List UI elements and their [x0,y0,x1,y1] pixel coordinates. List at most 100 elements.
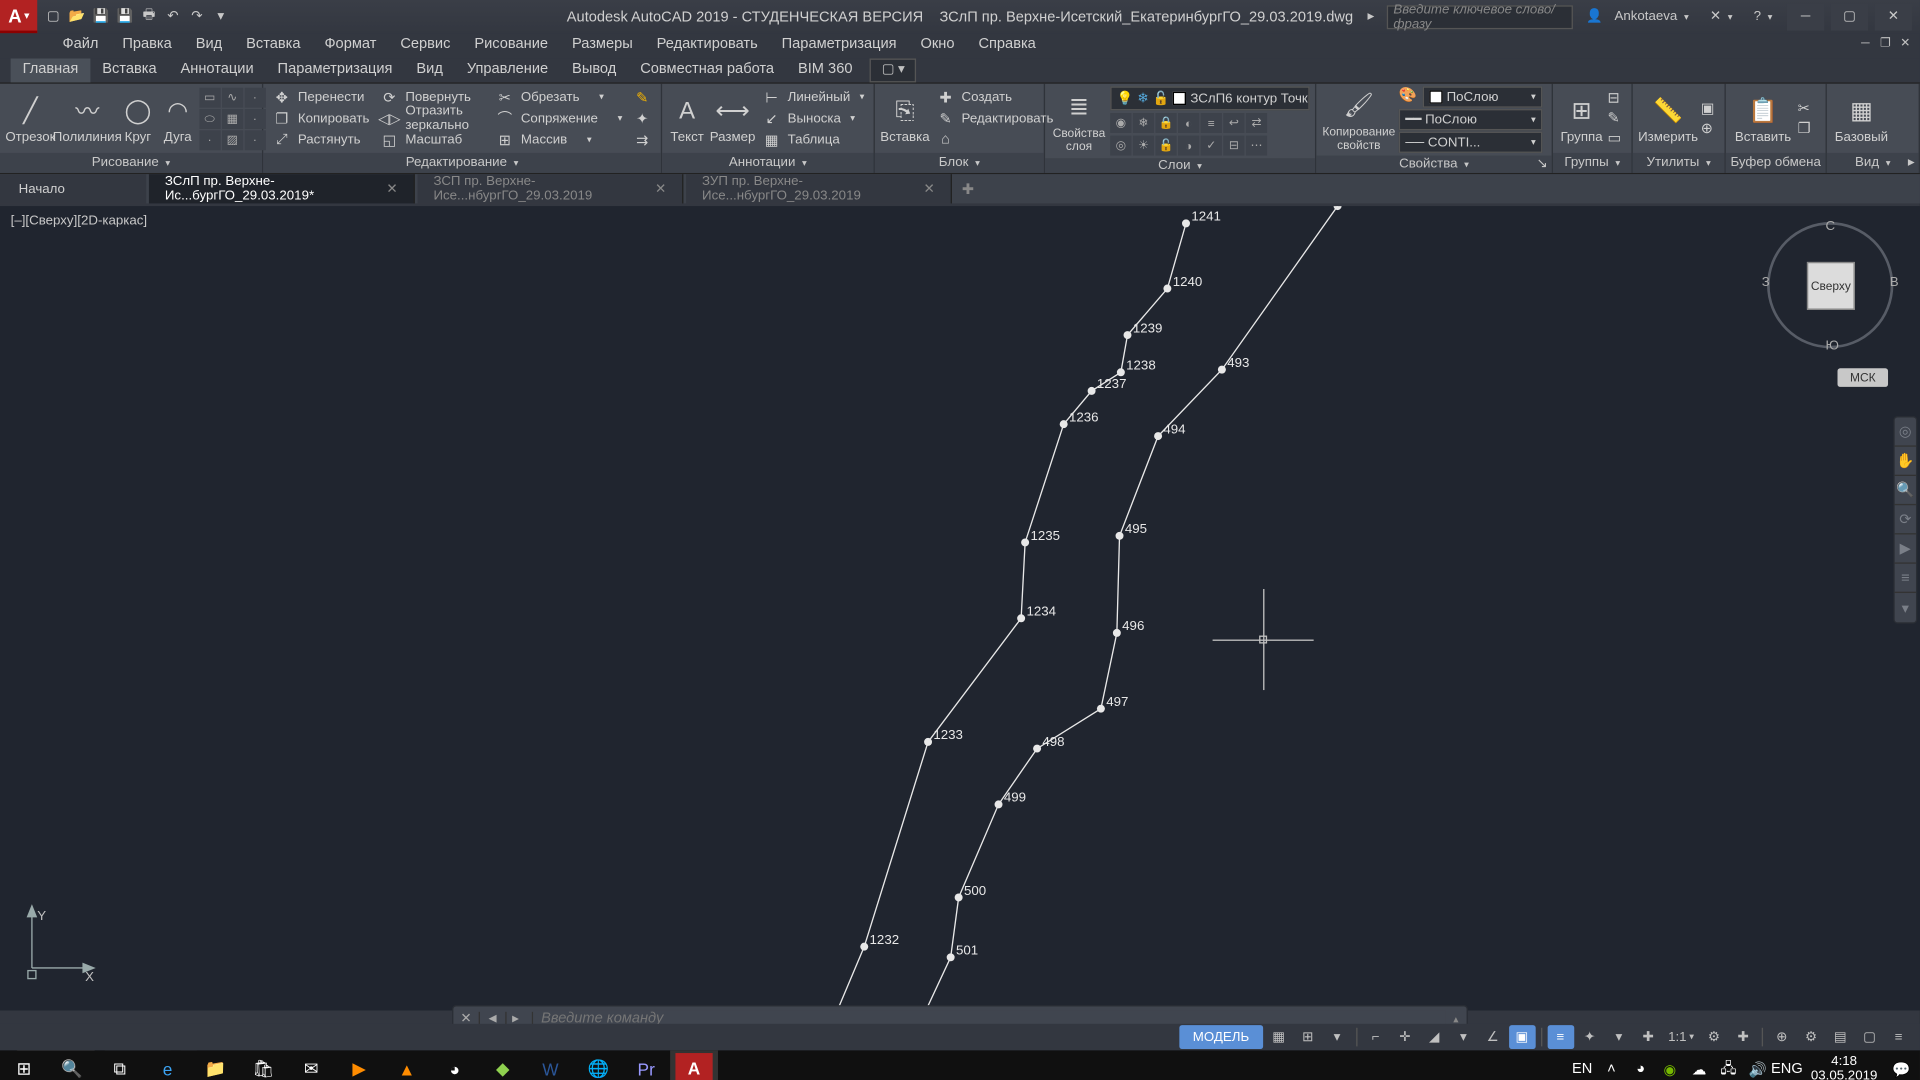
taskbar-lang[interactable]: EN [1569,1050,1596,1080]
arc-button[interactable]: ◠Дуга [159,86,196,150]
rtab-output[interactable]: Вывод [560,59,628,83]
color-dropdown[interactable]: ПоСлою▾ [1423,86,1543,107]
qat-open-icon[interactable]: 📂 [66,6,87,27]
status-clean-icon[interactable]: ▢ [1856,1025,1883,1049]
nav-pan-icon[interactable]: ✋ [1895,447,1916,476]
leader-button[interactable]: ↙Выноска▾ [758,108,868,128]
qselect-icon[interactable]: ⊕ [1701,119,1720,138]
panel-layers-title[interactable]: Слои▾ [1045,158,1315,173]
qat-new-icon[interactable]: ▢ [43,6,64,27]
close-tab-icon[interactable]: ✕ [924,181,935,196]
nav-showmotion-icon[interactable]: ▶ [1895,534,1916,563]
table-button[interactable]: ▦Таблица [758,130,868,150]
rtab-collab[interactable]: Совместная работа [628,59,786,83]
qat-more-icon[interactable]: ▾ [210,6,231,27]
tray-net-icon[interactable]: 🖧 [1715,1050,1742,1080]
minimize-button[interactable]: ─ [1787,3,1824,30]
array-button[interactable]: ⊞Массив ▾ [492,130,627,150]
status-snap-icon[interactable]: ⊞ [1294,1025,1321,1049]
fillet-button[interactable]: ⌒Сопряжение ▾ [492,108,627,128]
menu-edit[interactable]: Правка [110,33,183,58]
doc-minimize-button[interactable]: ─ [1856,33,1875,52]
viewcube[interactable]: Сверху С Ю З В [1767,222,1893,348]
status-lwt-icon[interactable]: ≡ [1547,1025,1574,1049]
taskbar-clock[interactable]: 4:18 03.05.2019 [1803,1054,1886,1080]
status-grid-icon[interactable]: ▦ [1265,1025,1292,1049]
panel-modify-title[interactable]: Редактирование▾ [263,153,661,173]
match-properties-button[interactable]: 🖌Копирование свойств [1322,88,1396,152]
close-button[interactable]: ✕ [1875,3,1912,30]
status-cycling-icon[interactable]: ✚ [1635,1025,1662,1049]
nav-more-icon[interactable]: ≡ [1895,564,1916,593]
status-more1-icon[interactable]: ▾ [1324,1025,1351,1049]
taskview-button[interactable]: ⧉ [96,1050,144,1080]
explode-button[interactable]: ✦ [629,108,656,128]
steam-icon[interactable]: ◕ [431,1050,479,1080]
panel-annotation-title[interactable]: Аннотации▾ [662,153,873,173]
linetype-dropdown[interactable]: ── CONTI...▾ [1399,132,1543,153]
status-plus-icon[interactable]: ✚ [1730,1025,1757,1049]
menu-tools[interactable]: Сервис [388,33,462,58]
layer-state-icon[interactable]: ⊟ [1223,136,1244,156]
panel-properties-title[interactable]: Свойства▾↘ [1316,156,1551,173]
nav-zoom-icon[interactable]: 🔍 [1895,476,1916,505]
app-icon[interactable]: A▾ [0,0,37,33]
mirror-button[interactable]: ◁▷Отразить зеркально [376,108,489,128]
select-all-icon[interactable]: ▣ [1701,99,1720,118]
mail-icon[interactable]: ✉ [287,1050,335,1080]
insert-block-button[interactable]: ⎘Вставка [880,86,929,150]
close-tab-icon[interactable]: ✕ [655,181,666,196]
file-tab-3[interactable]: ЗУП пр. Верхне-Исе...нбургГО_29.03.2019✕ [686,174,952,203]
group-edit-icon[interactable]: ✎ [1607,109,1626,128]
qat-saveas-icon[interactable]: 💾 [114,6,135,27]
vlc-icon[interactable]: ▲ [383,1050,431,1080]
explorer-icon[interactable]: 📁 [191,1050,239,1080]
drawing-canvas[interactable]: [–][Сверху][2D-каркас] 12411240123912381… [0,206,1920,1010]
layer-on-icon[interactable]: ◎ [1110,136,1131,156]
rtab-annotate[interactable]: Аннотации [169,59,266,83]
tray-cloud-icon[interactable]: ☁ [1686,1050,1713,1080]
layer-off-icon[interactable]: ◉ [1110,113,1131,133]
status-ortho-icon[interactable]: ⌐ [1362,1025,1389,1049]
browser-icon[interactable]: 🌐 [574,1050,622,1080]
lineweight-dropdown[interactable]: ━━ ПоСлою▾ [1399,109,1543,130]
panel-view-title[interactable]: Вид▾▸ [1827,153,1919,173]
nav-collapse-icon[interactable]: ▾ [1895,593,1916,622]
layer-lock-icon[interactable]: 🔒 [1155,113,1176,133]
scale-button[interactable]: ◱Масштаб [376,130,489,150]
tray-up-icon[interactable]: ˄ [1598,1050,1625,1080]
erase-button[interactable]: ✎ [629,87,656,107]
search-button[interactable]: 🔍 [48,1050,96,1080]
doc-restore-button[interactable]: ❐ [1876,33,1895,52]
status-osnap-icon[interactable]: ▾ [1450,1025,1477,1049]
menu-window[interactable]: Окно [909,33,967,58]
layer-properties-button[interactable]: ≣Свойства слоя [1050,89,1107,153]
base-view-button[interactable]: ▦Базовый [1832,86,1891,150]
menu-view[interactable]: Вид [184,33,234,58]
linear-button[interactable]: ⊢Линейный▾ [758,87,868,107]
qat-save-icon[interactable]: 💾 [90,6,111,27]
copy-clip-icon[interactable]: ❐ [1798,119,1817,138]
hatch-icon[interactable]: ▦ [222,108,243,128]
stretch-button[interactable]: ⤢Растянуть [269,130,374,150]
doc-close-button[interactable]: ✕ [1896,33,1915,52]
ellipse-icon[interactable]: ⬭ [199,108,220,128]
add-tab-button[interactable]: ✚ [955,174,982,203]
create-block-button[interactable]: ✚Создать [932,87,1057,107]
panel-draw-title[interactable]: Рисование▾ [0,153,262,173]
premiere-icon[interactable]: Pr [622,1050,670,1080]
file-tab-1[interactable]: ЗСлП пр. Верхне-Ис...бургГО_29.03.2019*✕ [149,174,415,203]
status-hw-icon[interactable]: ▤ [1827,1025,1854,1049]
user-button[interactable]: 👤 Ankotaeva▾ [1578,5,1696,29]
cut-icon[interactable]: ✂ [1798,99,1817,118]
status-iso-icon[interactable]: ◢ [1421,1025,1448,1049]
layer-current-icon[interactable]: ✓ [1201,136,1222,156]
layer-unlock-icon[interactable]: 🔓 [1155,136,1176,156]
paste-button[interactable]: 📋Вставить [1731,86,1795,150]
move-button[interactable]: ✥Перенести [269,87,374,107]
line-button[interactable]: ╱Отрезок [5,86,55,150]
file-tab-2[interactable]: ЗСП пр. Верхне-Исе...нбургГО_29.03.2019✕ [417,174,683,203]
help-button[interactable]: ?▾ [1746,5,1781,29]
status-model-button[interactable]: МОДЕЛЬ [1180,1025,1263,1049]
media-icon[interactable]: ▶ [335,1050,383,1080]
